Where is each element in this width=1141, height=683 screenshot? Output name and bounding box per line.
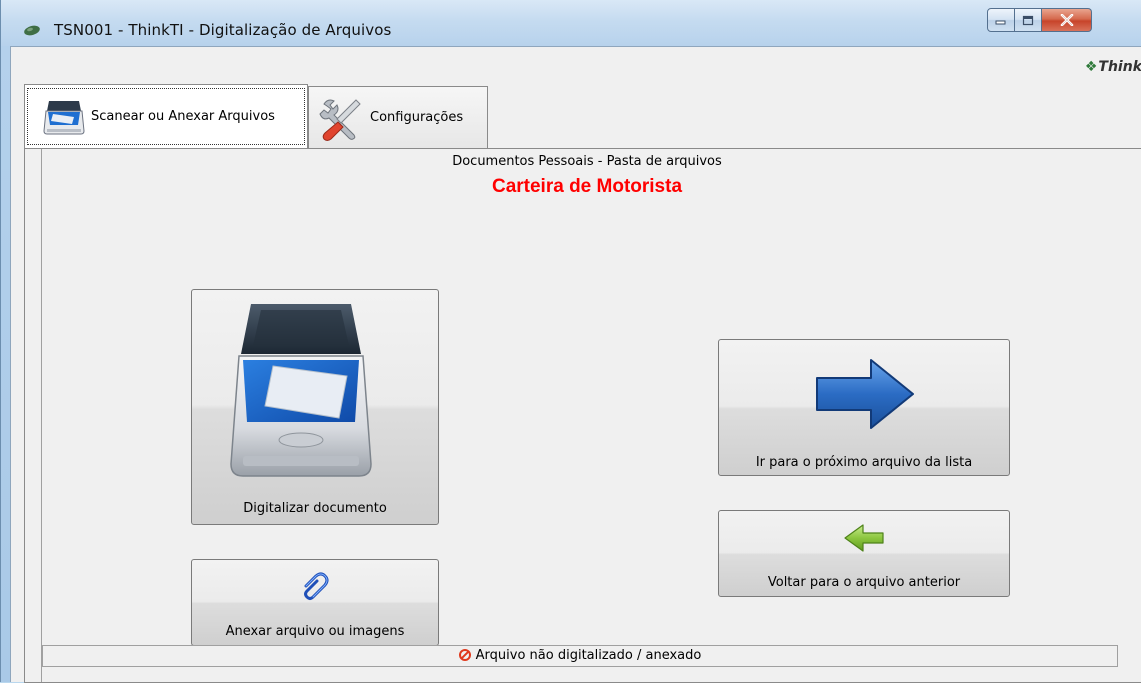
attach-file-label: Anexar arquivo ou imagens (225, 624, 405, 639)
next-arrow-icon (816, 359, 914, 429)
close-button[interactable] (1042, 8, 1092, 32)
status-text: Arquivo não digitalizado / anexado (475, 648, 702, 663)
next-file-button[interactable]: Ir para o próximo arquivo da lista (718, 339, 1010, 476)
tab-settings-label: Configurações (370, 110, 464, 125)
document-title: Carteira de Motorista (491, 176, 683, 197)
scan-document-button[interactable]: Digitalizar documento (191, 289, 439, 525)
previous-file-button[interactable]: Voltar para o arquivo anterior (718, 510, 1010, 597)
maximize-icon (1022, 15, 1034, 25)
tab-scan-attach[interactable]: Scanear ou Anexar Arquivos (24, 84, 308, 148)
minimize-button[interactable] (987, 8, 1015, 32)
app-icon (24, 25, 40, 36)
scan-document-label: Digitalizar documento (243, 501, 387, 516)
title-bar[interactable]: TSN001 - ThinkTI - Digitalização de Arqu… (1, 0, 1141, 46)
minimize-icon (995, 20, 1006, 25)
app-window: TSN001 - ThinkTI - Digitalização de Arqu… (0, 0, 1141, 683)
scanner-large-icon (230, 304, 372, 477)
tab-focus-rect (27, 88, 305, 145)
previous-file-label: Voltar para o arquivo anterior (767, 575, 961, 590)
scan-panel: Documentos Pessoais - Pasta de arquivos … (24, 148, 1141, 683)
paperclip-icon (304, 572, 329, 600)
folder-subtitle: Documentos Pessoais - Pasta de arquivos (452, 154, 722, 169)
client-area: ❖Think Scanear ou Anexar Arquivos Config… (10, 46, 1141, 683)
status-bar: Arquivo não digitalizado / anexado (42, 645, 1118, 667)
brand-logo: ❖Think (1084, 59, 1141, 75)
maximize-button[interactable] (1015, 8, 1042, 32)
previous-arrow-icon (844, 524, 884, 552)
error-icon (458, 649, 471, 661)
panel-content: Documentos Pessoais - Pasta de arquivos … (41, 149, 1141, 682)
next-file-label: Ir para o próximo arquivo da lista (755, 455, 973, 470)
tab-settings[interactable]: Configurações (308, 86, 488, 148)
close-icon (1060, 14, 1073, 26)
tools-icon (319, 98, 361, 141)
attach-file-button[interactable]: Anexar arquivo ou imagens (191, 559, 439, 646)
caption-buttons (987, 8, 1092, 34)
window-title: TSN001 - ThinkTI - Digitalização de Arqu… (54, 21, 392, 39)
